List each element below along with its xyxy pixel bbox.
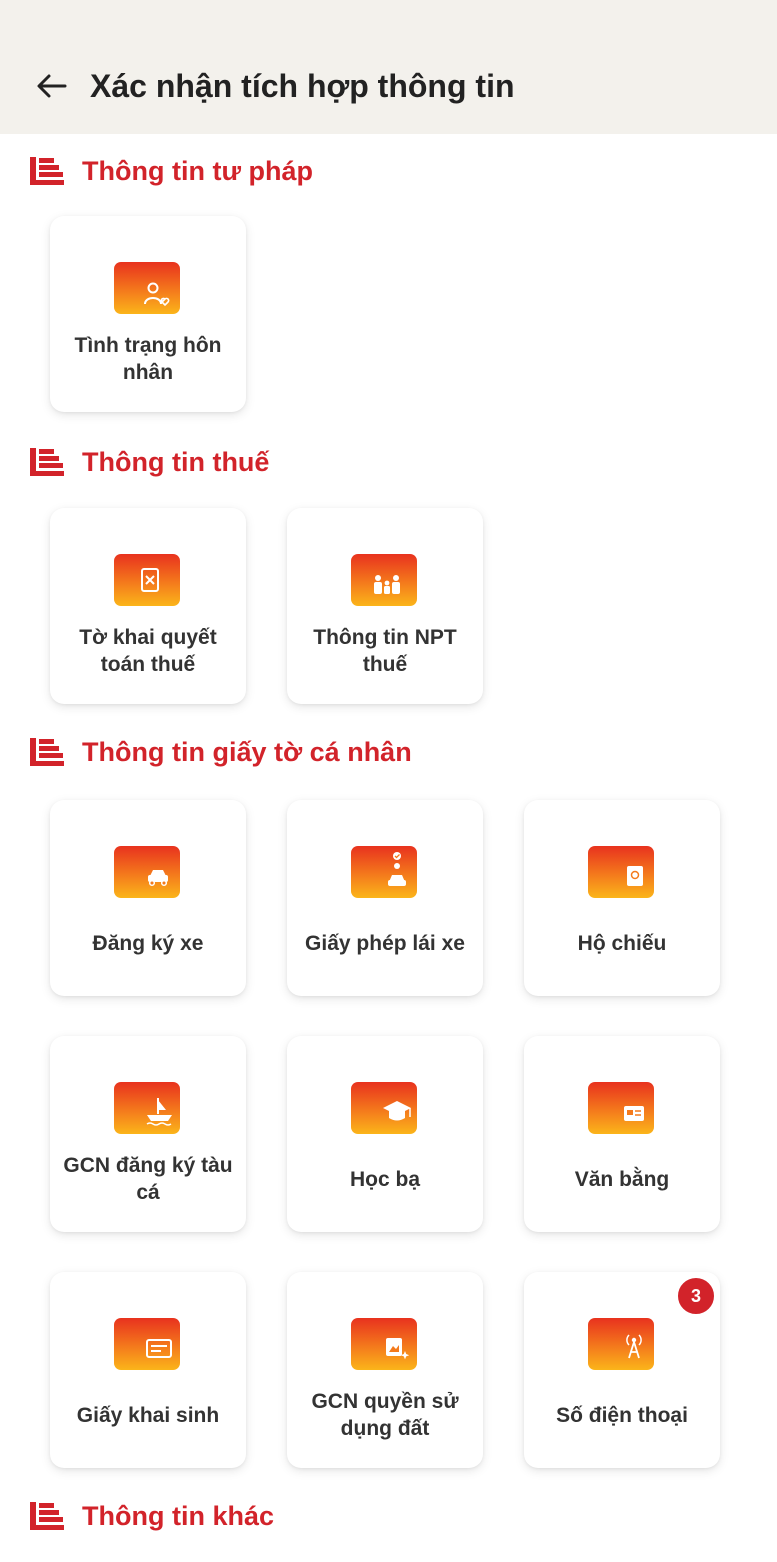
card-label: GCN đăng ký tàu cá xyxy=(63,1154,233,1204)
list-menu-icon xyxy=(30,157,64,185)
app-header: Xác nhận tích hợp thông tin xyxy=(0,0,777,134)
person-heart-icon xyxy=(114,262,180,314)
fishing-boat-icon xyxy=(114,1082,180,1134)
card-tax-finalization[interactable]: Tờ khai quyết toán thuế xyxy=(50,508,246,704)
card-label: Hộ chiếu xyxy=(577,931,667,955)
family-icon xyxy=(351,554,417,606)
card-label: Tình trạng hôn nhân xyxy=(74,334,222,384)
section-header-other: Thông tin khác xyxy=(30,1500,274,1532)
list-menu-icon xyxy=(30,738,64,766)
list-menu-icon xyxy=(30,448,64,476)
card-label: Đăng ký xe xyxy=(92,931,204,955)
card-land-use-rights[interactable]: GCN quyền sử dụng đất xyxy=(287,1272,483,1468)
card-fishing-vessel-registration[interactable]: GCN đăng ký tàu cá xyxy=(50,1036,246,1232)
tax-document-icon xyxy=(114,554,180,606)
card-label: GCN quyền sử dụng đất xyxy=(311,1390,459,1440)
card-school-record[interactable]: Học bạ xyxy=(287,1036,483,1232)
card-label: Tờ khai quyết toán thuế xyxy=(79,626,217,676)
section-title: Thông tin giấy tờ cá nhân xyxy=(82,736,412,767)
card-label: Số điện thoại xyxy=(556,1403,688,1427)
section-title: Thông tin thuế xyxy=(82,446,270,477)
car-icon xyxy=(114,846,180,898)
driver-license-icon xyxy=(351,846,417,898)
card-driver-license[interactable]: Giấy phép lái xe xyxy=(287,800,483,996)
diploma-icon xyxy=(588,1082,654,1134)
card-label: Giấy phép lái xe xyxy=(305,931,465,955)
land-certificate-icon xyxy=(351,1318,417,1370)
card-birth-certificate[interactable]: Giấy khai sinh xyxy=(50,1272,246,1468)
card-passport[interactable]: Hộ chiếu xyxy=(524,800,720,996)
notification-badge: 3 xyxy=(676,1276,716,1316)
card-label: Văn bằng xyxy=(574,1167,670,1191)
card-dependent-info[interactable]: Thông tin NPT thuế xyxy=(287,508,483,704)
card-label: Giấy khai sinh xyxy=(76,1403,220,1427)
card-vehicle-registration[interactable]: Đăng ký xe xyxy=(50,800,246,996)
card-diploma[interactable]: Văn bằng xyxy=(524,1036,720,1232)
card-label: Thông tin NPT thuế xyxy=(313,626,457,676)
passport-icon xyxy=(588,846,654,898)
antenna-icon xyxy=(588,1318,654,1370)
graduation-cap-icon xyxy=(351,1082,417,1134)
section-header-personal-documents: Thông tin giấy tờ cá nhân xyxy=(30,736,412,768)
birth-certificate-icon xyxy=(114,1318,180,1370)
page-title: Xác nhận tích hợp thông tin xyxy=(90,68,515,104)
list-menu-icon xyxy=(30,1502,64,1530)
section-header-judicial: Thông tin tư pháp xyxy=(30,155,313,187)
card-marital-status[interactable]: Tình trạng hôn nhân xyxy=(50,216,246,412)
section-title: Thông tin khác xyxy=(82,1500,274,1531)
arrow-left-icon xyxy=(37,74,67,98)
section-header-tax: Thông tin thuế xyxy=(30,446,269,478)
section-title: Thông tin tư pháp xyxy=(82,155,313,186)
card-label: Học bạ xyxy=(349,1167,420,1191)
back-button[interactable] xyxy=(30,64,74,108)
